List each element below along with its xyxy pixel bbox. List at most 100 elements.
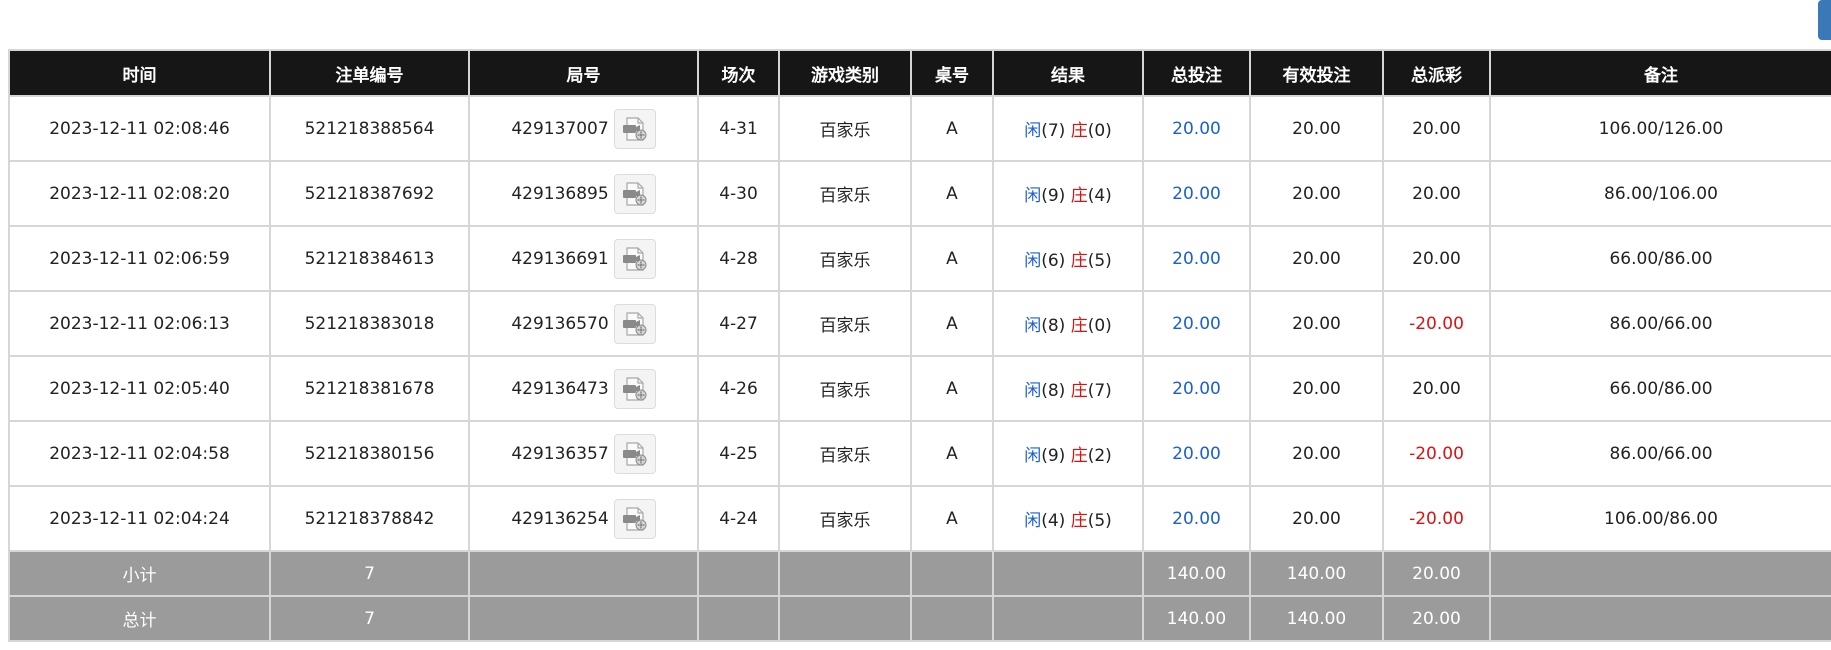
cell-table-no: A [910,225,994,292]
cell-time: 2023-12-11 02:08:46 [8,95,271,162]
footer-empty [697,595,780,642]
cell-game-type: 百家乐 [778,290,912,357]
footer-empty [992,550,1144,597]
banker-score: (0) [1087,316,1112,336]
player-label: 闲 [1024,251,1042,271]
header-bet-no: 注单编号 [269,49,470,97]
cell-session: 4-27 [697,290,780,357]
player-label: 闲 [1024,316,1042,336]
video-replay-icon[interactable] [613,238,656,279]
cell-table-no: A [910,355,994,422]
cell-time: 2023-12-11 02:06:59 [8,225,271,292]
table-row: 2023-12-11 02:04:24 521218378842 429136254… [8,485,1831,552]
cell-remark: 86.00/66.00 [1489,290,1831,357]
cell-valid-bet: 20.00 [1249,290,1384,357]
banker-label: 庄 [1070,251,1088,271]
cell-round-no: 429136691 [468,225,699,292]
banker-label: 庄 [1070,121,1088,141]
header-remark: 备注 [1489,49,1831,97]
player-score: (9) [1041,186,1066,206]
banker-score: (2) [1087,446,1112,466]
banker-score: (7) [1087,381,1112,401]
footer-total-bet: 140.00 [1142,550,1251,597]
footer-valid-bet: 140.00 [1249,595,1384,642]
footer-empty [910,595,994,642]
footer-empty [778,595,912,642]
banker-score: (5) [1087,251,1112,271]
cell-result: 闲(6) 庄(5) [992,225,1144,292]
subtotal-row: 小计 7 140.00 140.00 20.00 [8,550,1831,597]
cell-game-type: 百家乐 [778,485,912,552]
cell-bet-no: 521218384613 [269,225,470,292]
cell-time: 2023-12-11 02:08:20 [8,160,271,227]
footer-count: 7 [269,550,470,597]
cell-time: 2023-12-11 02:04:24 [8,485,271,552]
footer-total-payout: 20.00 [1382,595,1491,642]
corner-tab[interactable] [1818,0,1831,40]
player-label: 闲 [1024,511,1042,531]
banker-label: 庄 [1070,446,1088,466]
cell-total-bet: 20.00 [1142,225,1251,292]
cell-valid-bet: 20.00 [1249,355,1384,422]
footer-empty [910,550,994,597]
cell-total-payout: -20.00 [1382,290,1491,357]
footer-total-payout: 20.00 [1382,550,1491,597]
cell-bet-no: 521218388564 [269,95,470,162]
cell-remark: 86.00/106.00 [1489,160,1831,227]
cell-total-bet: 20.00 [1142,290,1251,357]
cell-total-bet: 20.00 [1142,420,1251,487]
banker-label: 庄 [1070,381,1088,401]
cell-session: 4-30 [697,160,780,227]
footer-total-bet: 140.00 [1142,595,1251,642]
cell-valid-bet: 20.00 [1249,160,1384,227]
banker-label: 庄 [1070,316,1088,336]
header-result: 结果 [992,49,1144,97]
cell-bet-no: 521218383018 [269,290,470,357]
table-row: 2023-12-11 02:08:46 521218388564 429137007… [8,95,1831,162]
cell-result: 闲(8) 庄(0) [992,290,1144,357]
cell-table-no: A [910,485,994,552]
video-replay-icon[interactable] [613,173,656,214]
cell-valid-bet: 20.00 [1249,95,1384,162]
cell-game-type: 百家乐 [778,355,912,422]
cell-total-bet: 20.00 [1142,95,1251,162]
cell-result: 闲(9) 庄(2) [992,420,1144,487]
round-no-text: 429136254 [511,508,609,529]
cell-session: 4-28 [697,225,780,292]
cell-valid-bet: 20.00 [1249,420,1384,487]
banker-score: (4) [1087,186,1112,206]
footer-valid-bet: 140.00 [1249,550,1384,597]
player-score: (9) [1041,446,1066,466]
player-score: (7) [1041,121,1066,141]
footer-empty [468,595,699,642]
cell-table-no: A [910,160,994,227]
header-game-type: 游戏类别 [778,49,912,97]
cell-round-no: 429136895 [468,160,699,227]
cell-total-payout: 20.00 [1382,95,1491,162]
banker-label: 庄 [1070,186,1088,206]
cell-remark: 66.00/86.00 [1489,355,1831,422]
cell-time: 2023-12-11 02:05:40 [8,355,271,422]
cell-result: 闲(7) 庄(0) [992,95,1144,162]
cell-valid-bet: 20.00 [1249,485,1384,552]
header-round-no: 局号 [468,49,699,97]
cell-total-payout: 20.00 [1382,160,1491,227]
cell-game-type: 百家乐 [778,160,912,227]
cell-result: 闲(4) 庄(5) [992,485,1144,552]
cell-valid-bet: 20.00 [1249,225,1384,292]
banker-score: (0) [1087,121,1112,141]
cell-remark: 106.00/86.00 [1489,485,1831,552]
video-replay-icon[interactable] [613,498,656,539]
video-replay-icon[interactable] [613,368,656,409]
cell-remark: 106.00/126.00 [1489,95,1831,162]
player-score: (8) [1041,381,1066,401]
header-time: 时间 [8,49,271,97]
video-replay-icon[interactable] [613,433,656,474]
video-replay-icon[interactable] [613,108,656,149]
round-no-text: 429136473 [511,378,609,399]
cell-time: 2023-12-11 02:04:58 [8,420,271,487]
video-replay-icon[interactable] [613,303,656,344]
cell-bet-no: 521218378842 [269,485,470,552]
cell-total-payout: 20.00 [1382,355,1491,422]
header-session: 场次 [697,49,780,97]
